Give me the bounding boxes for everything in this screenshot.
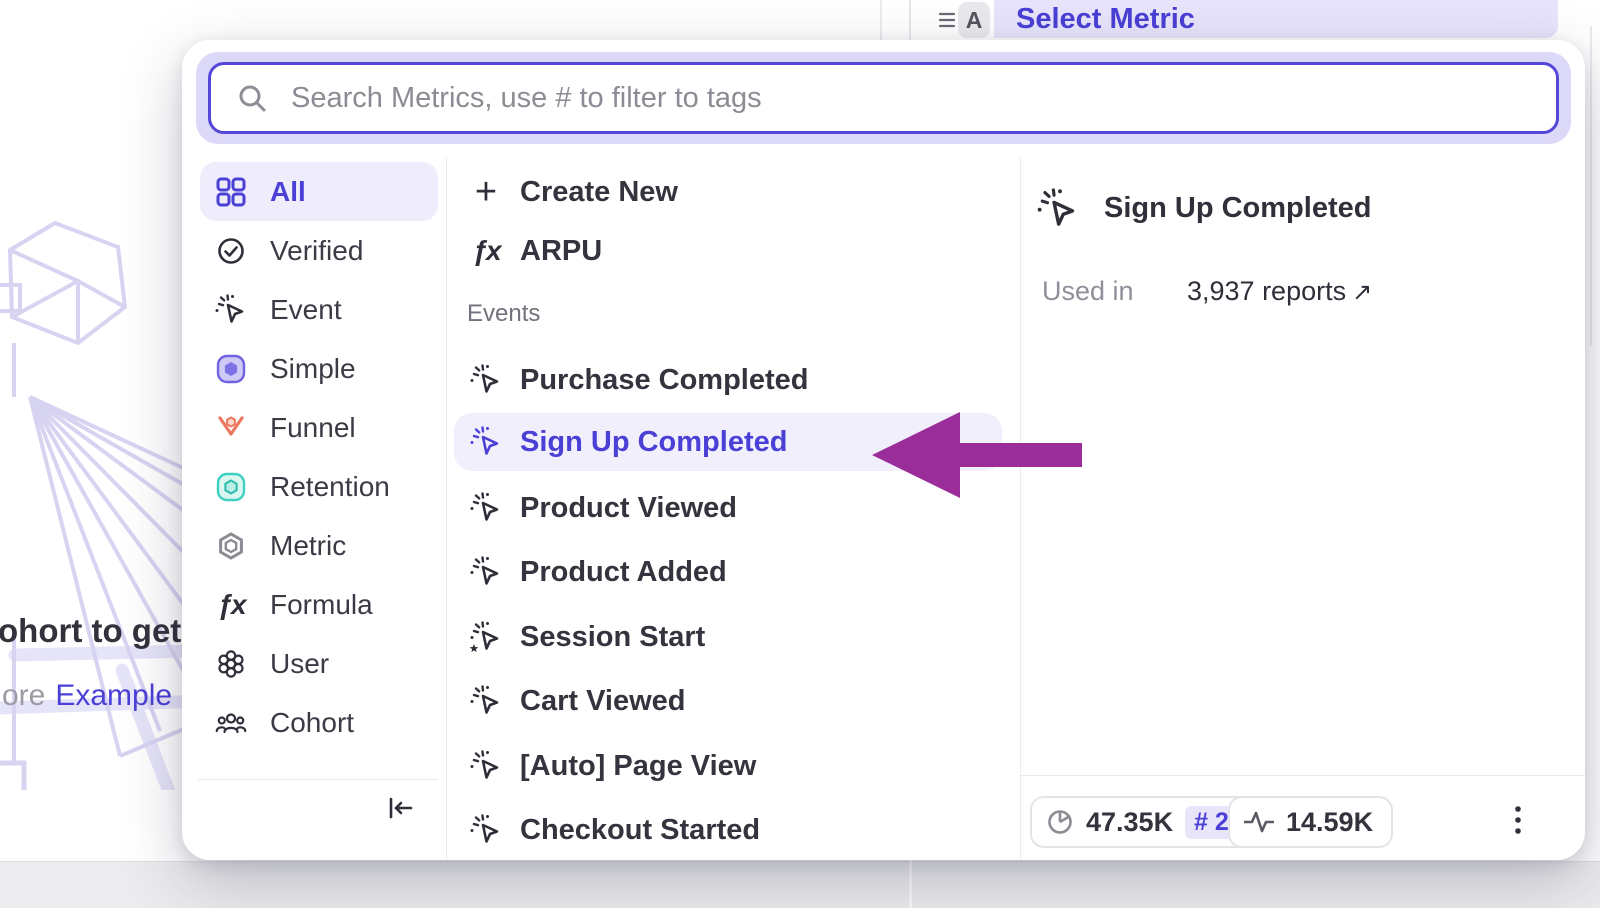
activity-stat-pill[interactable]: 14.59K bbox=[1228, 796, 1393, 848]
kebab-menu-icon bbox=[1514, 804, 1522, 840]
sidebar-divider bbox=[198, 779, 438, 780]
formula-icon: ƒx bbox=[470, 235, 502, 267]
filter-sidebar: All Verified Event Sim bbox=[200, 162, 438, 752]
sidebar-item-simple[interactable]: Simple bbox=[200, 339, 438, 398]
event-icon bbox=[470, 556, 502, 588]
user-icon bbox=[214, 647, 248, 681]
event-icon bbox=[470, 685, 502, 717]
screen: ohort to get s oreExample Ins A Select M… bbox=[0, 0, 1600, 908]
external-link-icon: ↗ bbox=[1352, 279, 1372, 306]
formula-icon: ƒx bbox=[214, 588, 248, 622]
list-item-product-added[interactable]: Product Added bbox=[454, 543, 1002, 601]
column-divider bbox=[446, 158, 447, 860]
pie-chart-icon bbox=[1046, 808, 1074, 836]
collapse-left-icon bbox=[385, 793, 415, 823]
cohort-icon bbox=[214, 706, 248, 740]
retention-icon bbox=[214, 470, 248, 504]
list-item-checkout-started[interactable]: Checkout Started bbox=[454, 801, 1002, 859]
search-box[interactable] bbox=[208, 62, 1559, 134]
detail-title: Sign Up Completed bbox=[1104, 192, 1371, 225]
list-item-cart-viewed[interactable]: Cart Viewed bbox=[454, 672, 1002, 730]
sidebar-item-event[interactable]: Event bbox=[200, 280, 438, 339]
event-icon bbox=[470, 814, 502, 846]
metric-icon bbox=[214, 529, 248, 563]
sidebar-item-user[interactable]: User bbox=[200, 634, 438, 693]
search-icon bbox=[237, 83, 267, 113]
funnel-icon bbox=[214, 411, 248, 445]
event-icon bbox=[470, 492, 502, 524]
list-item-arpu[interactable]: ƒx ARPU bbox=[454, 227, 1002, 275]
select-metric-label: Select Metric bbox=[1016, 3, 1195, 36]
sidebar-item-all[interactable]: All bbox=[200, 162, 438, 221]
sidebar-item-formula[interactable]: ƒx Formula bbox=[200, 575, 438, 634]
sidebar-item-cohort[interactable]: Cohort bbox=[200, 693, 438, 752]
panel-divider bbox=[909, 0, 911, 42]
metric-slot-badge: A bbox=[958, 2, 990, 38]
column-divider bbox=[1020, 158, 1021, 860]
search-focus-ring bbox=[196, 52, 1571, 144]
grid-icon bbox=[214, 175, 248, 209]
used-in-label: Used in bbox=[1042, 276, 1134, 307]
sidebar-item-metric[interactable]: Metric bbox=[200, 516, 438, 575]
search-input[interactable] bbox=[289, 69, 1536, 127]
page-bottom-strip bbox=[0, 861, 1600, 908]
sidebar-item-retention[interactable]: Retention bbox=[200, 457, 438, 516]
detail-divider bbox=[1020, 775, 1585, 776]
sidebar-item-funnel[interactable]: Funnel bbox=[200, 398, 438, 457]
empty-state-prefix: ore bbox=[2, 679, 45, 712]
sidebar-item-verified[interactable]: Verified bbox=[200, 221, 438, 280]
toolbar-divider bbox=[880, 0, 882, 42]
plus-icon: + bbox=[470, 176, 502, 208]
event-icon bbox=[1037, 188, 1079, 235]
event-icon bbox=[214, 293, 248, 327]
list-item-sign-up-completed[interactable]: Sign Up Completed bbox=[454, 413, 1002, 471]
events-section-header: Events bbox=[467, 298, 540, 330]
collapse-sidebar-button[interactable] bbox=[380, 788, 420, 828]
create-new-button[interactable]: + Create New bbox=[454, 168, 1002, 216]
list-item-purchase-completed[interactable]: Purchase Completed bbox=[454, 351, 1002, 409]
list-item-auto-page-view[interactable]: [Auto] Page View bbox=[454, 737, 1002, 795]
event-icon bbox=[470, 364, 502, 396]
list-item-session-start[interactable]: Session Start bbox=[454, 608, 1002, 666]
verified-icon bbox=[214, 234, 248, 268]
event-icon bbox=[470, 621, 502, 653]
empty-state-heading: ohort to get s bbox=[0, 612, 209, 650]
select-metric-row[interactable]: Select Metric bbox=[994, 0, 1558, 38]
activity-icon bbox=[1244, 809, 1274, 835]
card-edge bbox=[1590, 26, 1592, 346]
metric-picker-modal: All Verified Event Sim bbox=[182, 40, 1585, 860]
list-item-product-viewed[interactable]: Product Viewed bbox=[454, 479, 1002, 537]
event-icon bbox=[470, 426, 502, 458]
drag-handle-icon[interactable] bbox=[938, 9, 956, 31]
total-count-stat-pill[interactable]: 47.35K # 2 bbox=[1030, 796, 1256, 848]
panel-divider-bottom bbox=[909, 861, 912, 908]
event-icon bbox=[470, 750, 502, 782]
used-in-reports-link[interactable]: 3,937 reports↗ bbox=[1187, 276, 1372, 307]
more-options-button[interactable] bbox=[1500, 802, 1536, 842]
simple-icon bbox=[214, 352, 248, 386]
